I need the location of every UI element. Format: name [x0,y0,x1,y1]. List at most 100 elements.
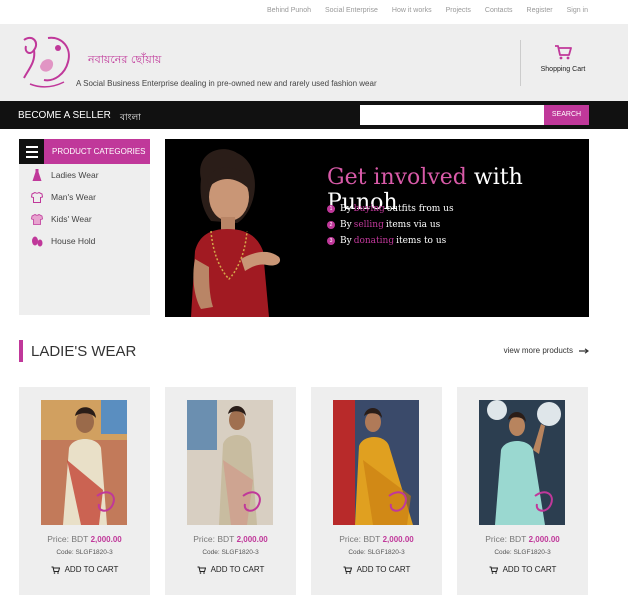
category-mens-wear[interactable]: Man's Wear [19,186,150,208]
kids-shirt-icon [31,213,43,225]
site-header: নবায়নের ছোঁয়ায় A Social Business Ente… [0,24,628,101]
category-label: Man's Wear [51,192,96,202]
add-to-cart-button[interactable]: ADD TO CART [457,565,588,574]
add-to-cart-label: ADD TO CART [502,565,557,574]
banner-headline-highlight: Get involved [327,165,467,190]
price-amount: 2,000.00 [382,535,414,544]
header-divider [520,40,521,86]
nav-link-register[interactable]: Register [527,7,553,14]
add-to-cart-label: ADD TO CART [210,565,265,574]
add-to-cart-button[interactable]: ADD TO CART [311,565,442,574]
banner-point: 1 By buying outfits from us [327,201,454,217]
shopping-cart-label: Shopping Cart [540,66,586,73]
logo-text: নবায়নের ছোঁয়ায় [88,53,162,66]
product-image [479,400,565,525]
nav-link-projects[interactable]: Projects [446,7,471,14]
nav-link-behind-punoh[interactable]: Behind Punoh [267,7,311,14]
seller-search-bar: BECOME A SELLER বাংলা SEARCH [0,101,628,129]
banner-girl-image [165,139,295,317]
add-to-cart-button[interactable]: ADD TO CART [165,565,296,574]
banner-points: 1 By buying outfits from us 2 By selling… [327,201,454,249]
nav-link-sign-in[interactable]: Sign in [567,7,588,14]
punoh-logo[interactable] [18,32,80,92]
add-to-cart-label: ADD TO CART [64,565,119,574]
category-label: Kids' Wear [51,214,92,224]
point-number-badge: 2 [327,221,335,229]
nav-link-how-it-works[interactable]: How it works [392,7,432,14]
shopping-cart-icon [555,45,572,60]
product-code: Code: SLGF1820-3 [56,549,113,556]
category-label: House Hold [51,236,96,246]
product-code: Code: SLGF1820-3 [494,549,551,556]
point-suffix: items via us [385,220,441,230]
cart-icon [489,566,498,574]
section-accent-bar [19,340,23,362]
hamburger-menu-icon [19,139,44,164]
product-categories-title: PRODUCT CATEGORIES [44,139,150,164]
product-card[interactable]: Price: BDT 2,000.00 Code: SLGF1820-3 ADD… [19,387,150,595]
point-highlight: donating [353,236,395,246]
arrow-right-icon [579,347,589,354]
hero-banner[interactable]: Get involved with Punoh 1 By buying outf… [165,139,589,317]
product-image [41,400,127,525]
product-categories-panel: PRODUCT CATEGORIES Ladies Wear Man's Wea… [19,139,150,315]
price-label: Price: BDT [193,534,235,544]
point-prefix: By [340,236,352,246]
ladies-wear-section-header: LADIE'S WEAR view more products [19,340,589,362]
point-prefix: By [340,220,352,230]
add-to-cart-button[interactable]: ADD TO CART [19,565,150,574]
product-code: Code: SLGF1820-3 [202,549,259,556]
point-suffix: items to us [396,236,447,246]
product-code: Code: SLGF1820-3 [348,549,405,556]
view-more-label: view more products [503,346,573,355]
price-label: Price: BDT [485,534,527,544]
banner-point: 2 By selling items via us [327,217,454,233]
top-nav-links: Behind Punoh Social Enterprise How it wo… [267,7,588,14]
search-button[interactable]: SEARCH [544,105,589,125]
product-grid: Price: BDT 2,000.00 Code: SLGF1820-3 ADD… [19,387,589,597]
section-title: LADIE'S WEAR [31,343,137,360]
point-suffix: outfits from us [386,204,454,214]
price-label: Price: BDT [47,534,89,544]
tagline: A Social Business Enterprise dealing in … [76,79,377,88]
category-label: Ladies Wear [51,170,99,180]
price-amount: 2,000.00 [90,535,122,544]
dress-icon [31,169,43,181]
cart-icon [197,566,206,574]
product-categories-header[interactable]: PRODUCT CATEGORIES [19,139,150,164]
shopping-cart-button[interactable]: Shopping Cart [530,44,596,73]
point-number-badge: 3 [327,237,335,245]
product-card[interactable]: Price: BDT 2,000.00 Code: SLGF1820-3 ADD… [457,387,588,595]
cart-icon [343,566,352,574]
household-icon [31,235,43,247]
product-card[interactable]: Price: BDT 2,000.00 Code: SLGF1820-3 ADD… [311,387,442,595]
product-price: Price: BDT 2,000.00 [19,534,150,544]
top-navigation: Behind Punoh Social Enterprise How it wo… [0,0,628,24]
cart-icon [51,566,60,574]
price-label: Price: BDT [339,534,381,544]
view-more-products-link[interactable]: view more products [504,346,589,355]
point-highlight: selling [353,220,384,230]
product-price: Price: BDT 2,000.00 [311,534,442,544]
point-prefix: By [340,204,352,214]
point-number-badge: 1 [327,205,335,213]
become-seller-link[interactable]: BECOME A SELLER [18,110,111,121]
category-house-hold[interactable]: House Hold [19,230,150,252]
shirt-icon [31,191,43,203]
category-ladies-wear[interactable]: Ladies Wear [19,164,150,186]
nav-link-social-enterprise[interactable]: Social Enterprise [325,7,378,14]
product-image [187,400,273,525]
price-amount: 2,000.00 [528,535,560,544]
product-card[interactable]: Price: BDT 2,000.00 Code: SLGF1820-3 ADD… [165,387,296,595]
banner-point: 3 By donating items to us [327,233,454,249]
price-amount: 2,000.00 [236,535,268,544]
product-price: Price: BDT 2,000.00 [457,534,588,544]
product-price: Price: BDT 2,000.00 [165,534,296,544]
add-to-cart-label: ADD TO CART [356,565,411,574]
category-kids-wear[interactable]: Kids' Wear [19,208,150,230]
nav-link-contacts[interactable]: Contacts [485,7,513,14]
language-switch-bangla[interactable]: বাংলা [120,110,141,125]
point-highlight: buying [353,204,385,214]
search-input[interactable] [360,105,544,125]
product-image [333,400,419,525]
